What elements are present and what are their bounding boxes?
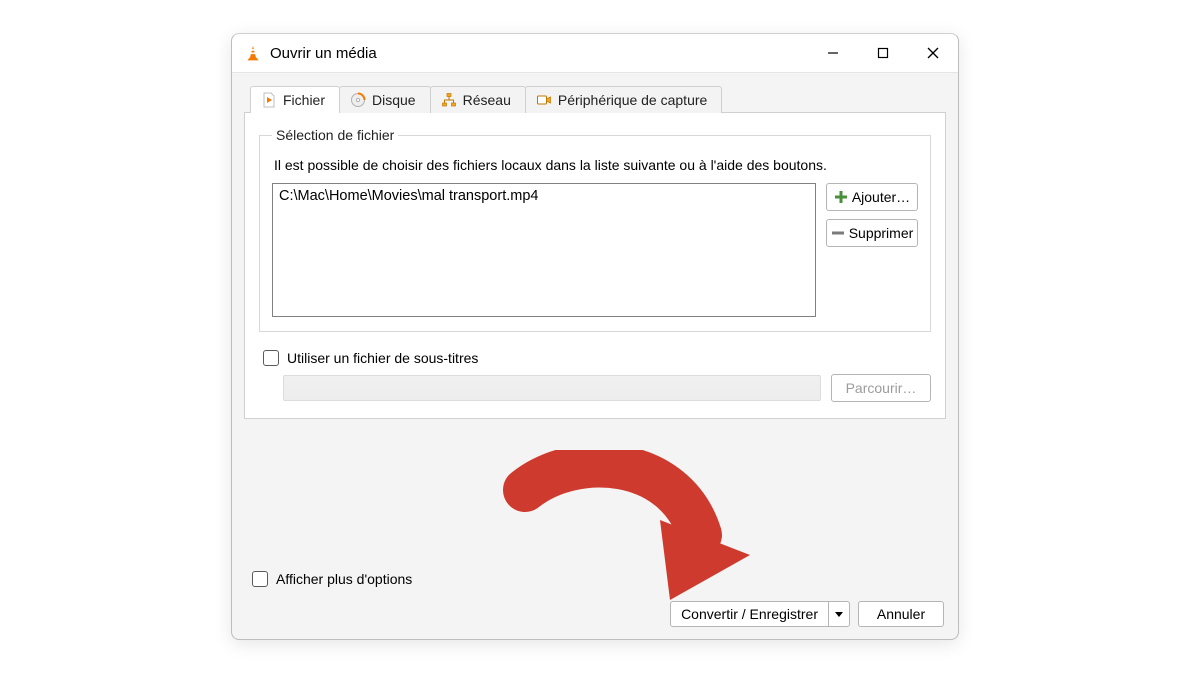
tab-capture[interactable]: Périphérique de capture (525, 86, 722, 113)
tab-label: Disque (372, 92, 416, 108)
plus-icon (834, 190, 848, 204)
file-list[interactable]: C:\Mac\Home\Movies\mal transport.mp4 (272, 183, 816, 317)
use-subtitles-checkbox[interactable] (263, 350, 279, 366)
button-label: Annuler (877, 606, 925, 622)
tab-label: Périphérique de capture (558, 92, 707, 108)
tab-bar: Fichier Disque (250, 83, 946, 113)
vlc-cone-icon (244, 44, 262, 62)
capture-device-icon (536, 92, 552, 108)
button-label: Convertir / Enregistrer (681, 606, 818, 622)
file-play-icon (261, 92, 277, 108)
title-bar: Ouvrir un média (232, 34, 958, 73)
subtitle-path-field (283, 375, 821, 401)
minimize-button[interactable] (808, 34, 858, 72)
tab-file[interactable]: Fichier (250, 86, 340, 113)
file-selection-legend: Sélection de fichier (272, 127, 398, 143)
convert-save-dropdown[interactable] (828, 601, 850, 627)
file-selection-group: Sélection de fichier Il est possible de … (259, 127, 931, 332)
browse-subtitles-button[interactable]: Parcourir… (831, 374, 931, 402)
window-title: Ouvrir un média (270, 45, 377, 62)
tab-page-file: Sélection de fichier Il est possible de … (244, 112, 946, 419)
network-icon (441, 92, 457, 108)
button-label: Ajouter… (852, 189, 910, 205)
file-selection-instructions: Il est possible de choisir des fichiers … (274, 157, 918, 173)
open-media-dialog: Ouvrir un média Fich (231, 33, 959, 640)
convert-save-button[interactable]: Convertir / Enregistrer (670, 601, 828, 627)
remove-file-button[interactable]: Supprimer (826, 219, 918, 247)
tab-label: Fichier (283, 92, 325, 108)
tab-network[interactable]: Réseau (430, 86, 526, 113)
chevron-down-icon (834, 606, 844, 622)
close-button[interactable] (908, 34, 958, 72)
show-more-options-label: Afficher plus d'options (276, 571, 412, 587)
minus-icon (831, 226, 845, 240)
tab-label: Réseau (463, 92, 511, 108)
show-more-options-checkbox[interactable] (252, 571, 268, 587)
maximize-button[interactable] (858, 34, 908, 72)
disc-icon (350, 92, 366, 108)
button-label: Supprimer (849, 225, 914, 241)
use-subtitles-label: Utiliser un fichier de sous-titres (287, 350, 478, 366)
add-file-button[interactable]: Ajouter… (826, 183, 918, 211)
cancel-button[interactable]: Annuler (858, 601, 944, 627)
file-list-item[interactable]: C:\Mac\Home\Movies\mal transport.mp4 (279, 188, 809, 204)
tab-disc[interactable]: Disque (339, 86, 431, 113)
convert-save-split-button[interactable]: Convertir / Enregistrer (670, 601, 850, 627)
button-label: Parcourir… (846, 380, 917, 396)
